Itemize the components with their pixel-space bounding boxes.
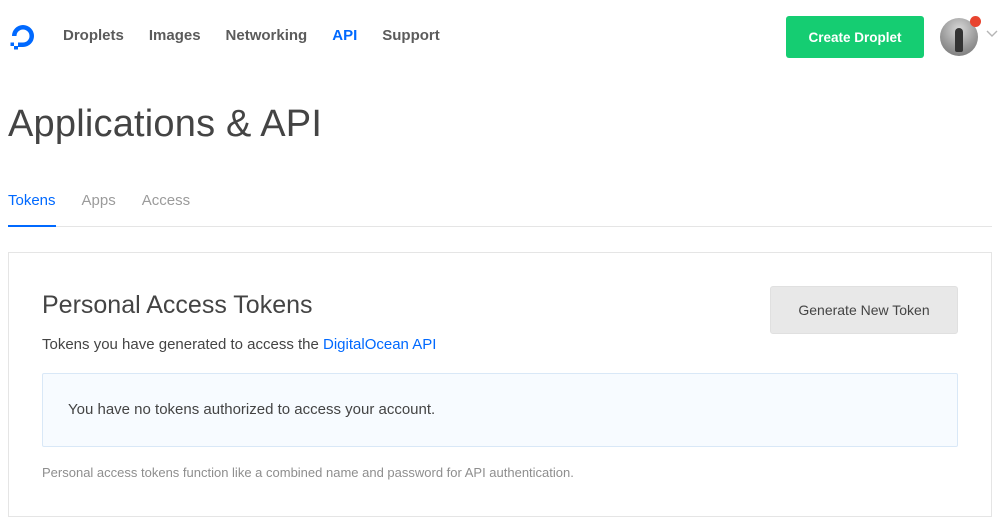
tab-tokens[interactable]: Tokens xyxy=(8,190,56,227)
subtitle-text: Tokens you have generated to access the xyxy=(42,336,324,353)
digitalocean-api-link[interactable]: DigitalOcean API xyxy=(323,336,436,353)
page-tabs: Tokens Apps Access xyxy=(8,190,992,227)
footnote-text: Personal access tokens function like a c… xyxy=(42,465,574,480)
generate-new-token-button[interactable]: Generate New Token xyxy=(770,286,958,334)
personal-access-tokens-card: Personal Access Tokens Tokens you have g… xyxy=(8,252,992,517)
page-title: Applications & API xyxy=(8,103,323,145)
nav-images[interactable]: Images xyxy=(149,26,201,46)
avatar-figure xyxy=(955,28,963,52)
tab-access[interactable]: Access xyxy=(142,190,190,227)
notification-dot-icon xyxy=(970,16,981,27)
nav-api[interactable]: API xyxy=(332,26,357,46)
top-navigation-bar: Droplets Images Networking API Support C… xyxy=(0,0,1006,72)
nav-networking[interactable]: Networking xyxy=(226,26,308,46)
chevron-down-icon[interactable] xyxy=(986,29,998,39)
nav-droplets[interactable]: Droplets xyxy=(63,26,124,46)
main-nav: Droplets Images Networking API Support xyxy=(63,26,465,46)
card-title: Personal Access Tokens xyxy=(42,291,313,319)
empty-state-message: You have no tokens authorized to access … xyxy=(68,401,436,418)
create-droplet-button[interactable]: Create Droplet xyxy=(786,16,924,58)
nav-support[interactable]: Support xyxy=(382,26,440,46)
card-subtitle: Tokens you have generated to access the … xyxy=(42,335,436,355)
digitalocean-logo-icon[interactable] xyxy=(7,20,39,52)
tab-apps[interactable]: Apps xyxy=(82,190,116,227)
empty-state-box: You have no tokens authorized to access … xyxy=(42,373,958,447)
